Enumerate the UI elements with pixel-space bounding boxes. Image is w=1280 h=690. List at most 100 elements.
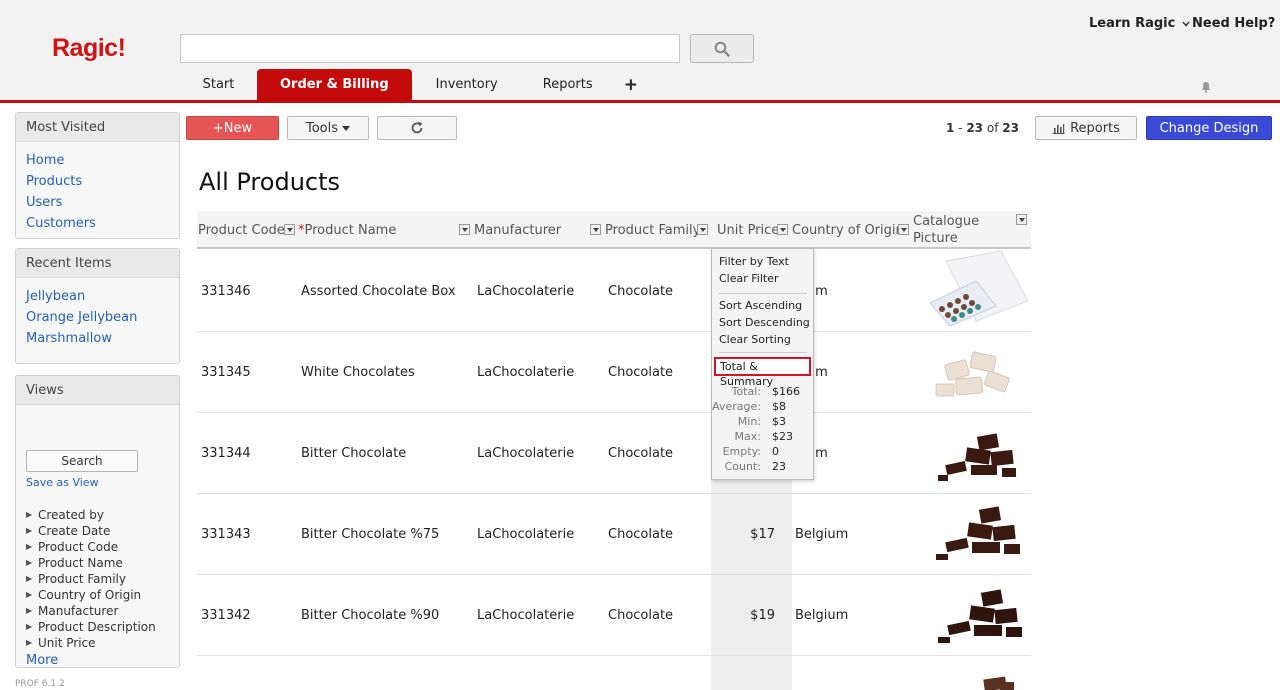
view-field-label: Create Date bbox=[38, 524, 111, 538]
column-header-catalogue-picture[interactable]: Catalogue Picture bbox=[913, 211, 1003, 249]
column-header-unit-price[interactable]: Unit Price bbox=[717, 211, 779, 249]
expand-triangle-icon: ▶ bbox=[26, 606, 33, 615]
cell-product-name: Assorted Chocolate Box bbox=[301, 283, 456, 299]
view-fields-more-link[interactable]: More bbox=[26, 653, 179, 668]
save-as-view-link[interactable]: Save as View bbox=[26, 476, 179, 489]
views-panel: Views Search Save as View ▶ Created by ▶ C… bbox=[15, 375, 180, 668]
catalogue-picture-partial[interactable] bbox=[916, 656, 1031, 690]
learn-ragic-label: Learn Ragic bbox=[1089, 16, 1176, 31]
table-row[interactable]: 331345 White Chocolates LaChocolaterie C… bbox=[197, 332, 1031, 413]
expand-triangle-icon: ▶ bbox=[26, 590, 33, 599]
cell-product-name: Bitter Chocolate %90 bbox=[301, 607, 440, 623]
summary-label: Total: bbox=[731, 385, 761, 398]
recent-item-orange-jellybean[interactable]: Orange Jellybean bbox=[26, 307, 169, 328]
main-tabs: Start Order & Billing Inventory Reports … bbox=[180, 69, 648, 100]
summary-value: $166 bbox=[772, 385, 800, 398]
column-menu-arrow-icon[interactable] bbox=[284, 224, 295, 235]
catalogue-picture-white-chocolate[interactable] bbox=[916, 332, 1031, 412]
refresh-icon bbox=[411, 121, 423, 134]
column-menu-arrow-icon[interactable] bbox=[777, 224, 788, 235]
sidebar-link-customers[interactable]: Customers bbox=[26, 213, 169, 234]
new-record-button[interactable]: +New bbox=[186, 116, 279, 140]
view-field-label: Product Code bbox=[38, 540, 119, 554]
sidebar-link-home[interactable]: Home bbox=[26, 150, 169, 171]
learn-ragic-menu[interactable]: Learn Ragic bbox=[1089, 16, 1190, 31]
cell-manufacturer: LaChocolaterie bbox=[477, 445, 575, 461]
catalogue-picture-chocolate-box[interactable] bbox=[916, 251, 1031, 331]
catalogue-picture-bitter-chocolate-75[interactable] bbox=[916, 494, 1031, 574]
table-row[interactable]: 331344 Bitter Chocolate LaChocolaterie C… bbox=[197, 413, 1031, 494]
column-label: Product Code bbox=[198, 222, 285, 238]
view-field-item[interactable]: ▶ Product Name bbox=[26, 555, 179, 571]
catalogue-picture-bitter-chocolate[interactable] bbox=[916, 413, 1031, 493]
view-field-item[interactable]: ▶ Manufacturer bbox=[26, 603, 179, 619]
dark-chocolate-image bbox=[938, 433, 1016, 481]
table-row[interactable] bbox=[197, 656, 1031, 690]
bell-icon[interactable] bbox=[1200, 81, 1212, 93]
column-header-product-family[interactable]: Product Family bbox=[605, 211, 700, 249]
column-label: Unit Price bbox=[717, 222, 780, 238]
tools-menu-button[interactable]: Tools bbox=[287, 116, 369, 140]
cell-product-code: 331346 bbox=[201, 283, 251, 299]
change-design-button[interactable]: Change Design bbox=[1146, 116, 1272, 140]
need-help-link[interactable]: Need Help? bbox=[1192, 16, 1275, 31]
menu-clear-filter[interactable]: Clear Filter bbox=[719, 272, 779, 285]
column-header-product-code[interactable]: Product Code bbox=[198, 211, 285, 249]
dark-chocolate-image bbox=[936, 506, 1020, 560]
view-field-item[interactable]: ▶ Unit Price bbox=[26, 635, 179, 651]
menu-sort-ascending[interactable]: Sort Ascending bbox=[719, 299, 802, 312]
cell-manufacturer: LaChocolaterie bbox=[477, 607, 575, 623]
sidebar-link-users[interactable]: Users bbox=[26, 192, 169, 213]
column-menu-arrow-icon[interactable] bbox=[898, 224, 909, 235]
cell-product-name: White Chocolates bbox=[301, 364, 415, 380]
cell-product-family: Chocolate bbox=[608, 364, 674, 380]
view-field-item[interactable]: ▶ Create Date bbox=[26, 523, 179, 539]
table-row[interactable]: 331342 Bitter Chocolate %90 LaChocolater… bbox=[197, 575, 1031, 656]
recent-item-marshmallow[interactable]: Marshmallow bbox=[26, 328, 169, 349]
table-row[interactable]: 331346 Assorted Chocolate Box LaChocolat… bbox=[197, 251, 1031, 332]
cell-unit-price: $19 bbox=[750, 607, 775, 623]
views-search-button[interactable]: Search bbox=[26, 450, 138, 472]
bar-chart-icon bbox=[1052, 123, 1065, 134]
recent-item-jellybean[interactable]: Jellybean bbox=[26, 286, 169, 307]
recent-items-title: Recent Items bbox=[16, 249, 179, 278]
view-field-item[interactable]: ▶ Product Code bbox=[26, 539, 179, 555]
tab-inventory[interactable]: Inventory bbox=[412, 69, 522, 100]
summary-label: Average: bbox=[712, 400, 761, 413]
view-field-item[interactable]: ▶ Created by bbox=[26, 507, 179, 523]
column-menu-arrow-icon[interactable] bbox=[697, 224, 708, 235]
search-button[interactable] bbox=[690, 34, 754, 63]
column-menu-arrow-icon[interactable] bbox=[590, 224, 601, 235]
view-field-item[interactable]: ▶ Country of Origin bbox=[26, 587, 179, 603]
view-field-item[interactable]: ▶ Product Description bbox=[26, 619, 179, 635]
tab-order-billing[interactable]: Order & Billing bbox=[257, 69, 412, 100]
table-row[interactable]: 331343 Bitter Chocolate %75 LaChocolater… bbox=[197, 494, 1031, 575]
expand-triangle-icon: ▶ bbox=[26, 574, 33, 583]
menu-divider bbox=[719, 352, 807, 353]
column-header-country-of-origin[interactable]: Country of Origin bbox=[792, 211, 904, 249]
tab-reports[interactable]: Reports bbox=[522, 69, 614, 100]
global-search-input[interactable] bbox=[180, 34, 680, 63]
menu-filter-by-text[interactable]: Filter by Text bbox=[719, 255, 789, 268]
sidebar-link-products[interactable]: Products bbox=[26, 171, 169, 192]
expand-triangle-icon: ▶ bbox=[26, 558, 33, 567]
summary-value: $8 bbox=[772, 400, 786, 413]
add-tab-button[interactable]: + bbox=[614, 69, 648, 100]
reports-button[interactable]: Reports bbox=[1035, 116, 1137, 140]
menu-clear-sorting[interactable]: Clear Sorting bbox=[719, 333, 791, 346]
column-menu-arrow-icon[interactable] bbox=[1016, 214, 1027, 225]
ragic-logo[interactable]: Ragic! bbox=[52, 34, 126, 63]
column-header-manufacturer[interactable]: Manufacturer bbox=[474, 211, 561, 249]
refresh-button[interactable] bbox=[377, 116, 457, 140]
cell-country: Belgium bbox=[795, 526, 849, 542]
column-header-product-name[interactable]: * Product Name bbox=[298, 211, 396, 249]
column-label: Product Family bbox=[605, 222, 701, 238]
menu-sort-descending[interactable]: Sort Descending bbox=[719, 316, 810, 329]
summary-value: 0 bbox=[772, 445, 779, 458]
menu-total-summary[interactable]: Total & Summary bbox=[714, 357, 811, 388]
catalogue-picture-bitter-chocolate-90[interactable] bbox=[916, 575, 1031, 655]
view-field-item[interactable]: ▶ Product Family bbox=[26, 571, 179, 587]
column-menu-arrow-icon[interactable] bbox=[459, 224, 470, 235]
tab-start[interactable]: Start bbox=[180, 69, 257, 100]
view-field-label: Unit Price bbox=[38, 636, 96, 650]
